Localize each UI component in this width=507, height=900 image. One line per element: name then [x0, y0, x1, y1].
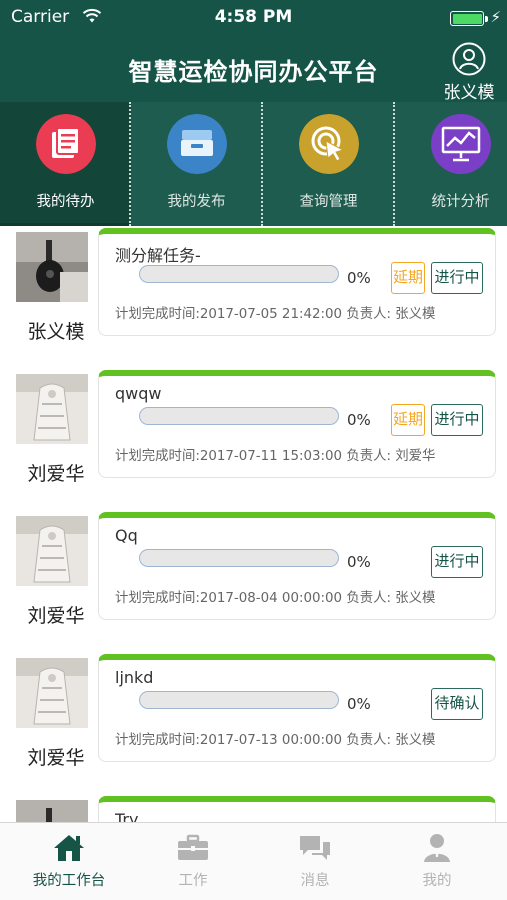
tab-messages[interactable]: 消息 — [252, 823, 378, 900]
chart-board-icon — [430, 114, 491, 174]
task-card[interactable]: Qq 0% 进行中 计划完成时间:2017-08-04 00:00:00 负责人… — [98, 512, 496, 620]
home-icon — [54, 835, 84, 861]
avatar — [16, 232, 88, 302]
task-card[interactable]: Try — [98, 796, 496, 822]
page-title: 智慧运检协同办公平台 — [128, 58, 379, 86]
task-card[interactable]: qwqw 0% 延期 进行中 计划完成时间:2017-07-11 15:03:0… — [98, 370, 496, 478]
category-nav: 我的待办 我的发布 查询管理 统计分析 — [0, 102, 507, 226]
task-row[interactable]: 刘爱华 qwqw 0% 延期 进行中 计划完成时间:2017-07-11 15:… — [0, 368, 507, 510]
battery-icon — [450, 11, 484, 26]
progress-bar — [139, 549, 339, 567]
target-cursor-icon — [298, 114, 359, 174]
task-card[interactable]: 测分解任务- 0% 延期 进行中 计划完成时间:2017-07-05 21:42… — [98, 228, 496, 336]
tab-label: 我的 — [422, 873, 452, 889]
category-query-manage[interactable]: 查询管理 — [263, 102, 394, 226]
app-root: Carrier 4:58 PM ⚡ 智慧运检协同办公平台 张义模 我的待办 我的… — [0, 0, 507, 900]
tab-work[interactable]: 工作 — [130, 823, 256, 900]
status-time: 4:58 PM — [214, 7, 293, 27]
task-title: ljnkd — [115, 668, 154, 687]
assignee-name: 刘爱华 — [27, 463, 85, 485]
task-title: qwqw — [115, 384, 162, 403]
status-bar: Carrier 4:58 PM ⚡ — [0, 0, 507, 36]
battery-cap — [485, 16, 488, 22]
category-label: 我的待办 — [36, 194, 95, 210]
category-label: 我的发布 — [167, 194, 226, 210]
avatar — [16, 374, 88, 444]
status-badge[interactable]: 进行中 — [431, 404, 483, 436]
progress-bar — [139, 407, 339, 425]
avatar — [16, 658, 88, 728]
task-card[interactable]: ljnkd 0% 待确认 计划完成时间:2017-07-13 00:00:00 … — [98, 654, 496, 762]
person-icon — [424, 834, 450, 862]
progress-percent: 0% — [347, 553, 371, 571]
delay-badge: 延期 — [391, 404, 425, 436]
task-title: Try — [115, 810, 139, 822]
delay-badge: 延期 — [391, 262, 425, 294]
task-meta: 计划完成时间:2017-07-11 15:03:00 负责人: 刘爱华 — [115, 449, 436, 464]
task-title: 测分解任务- — [115, 246, 201, 265]
category-statistics[interactable]: 统计分析 — [395, 102, 507, 226]
bottom-tab-bar: 我的工作台 工作 消息 我的 — [0, 822, 507, 900]
tab-workbench[interactable]: 我的工作台 — [6, 823, 132, 900]
progress-bar — [139, 691, 339, 709]
avatar — [16, 516, 88, 586]
user-name: 张义模 — [443, 83, 495, 103]
status-badge[interactable]: 待确认 — [431, 688, 483, 720]
task-row[interactable]: 张义模 测分解任务- 0% 延期 进行中 计划完成时间:2017-07-05 2… — [0, 226, 507, 368]
category-my-publish[interactable]: 我的发布 — [131, 102, 262, 226]
task-row[interactable]: 刘爱华 Qq 0% 进行中 计划完成时间:2017-08-04 00:00:00… — [0, 510, 507, 652]
todo-list-icon — [35, 114, 96, 174]
user-profile-button[interactable]: 张义模 — [439, 42, 499, 103]
task-title: Qq — [115, 526, 138, 545]
progress-bar — [139, 265, 339, 283]
assignee-name: 张义模 — [27, 321, 85, 343]
progress-percent: 0% — [347, 695, 371, 713]
tab-label: 消息 — [300, 873, 330, 889]
category-label: 查询管理 — [299, 194, 358, 210]
assignee-name: 刘爱华 — [27, 605, 85, 627]
task-list[interactable]: 张义模 测分解任务- 0% 延期 进行中 计划完成时间:2017-07-05 2… — [0, 226, 507, 822]
category-label: 统计分析 — [431, 194, 490, 210]
task-meta: 计划完成时间:2017-08-04 00:00:00 负责人: 张义模 — [115, 591, 436, 606]
progress-percent: 0% — [347, 411, 371, 429]
task-meta: 计划完成时间:2017-07-13 00:00:00 负责人: 张义模 — [115, 733, 436, 748]
task-meta: 计划完成时间:2017-07-05 21:42:00 负责人: 张义模 — [115, 307, 436, 322]
avatar — [16, 800, 88, 822]
task-row[interactable]: 刘爱华 ljnkd 0% 待确认 计划完成时间:2017-07-13 00:00… — [0, 652, 507, 794]
tab-label: 我的工作台 — [32, 873, 106, 889]
briefcase-icon — [178, 834, 208, 860]
user-circle-icon — [452, 42, 486, 76]
tab-label: 工作 — [178, 873, 208, 889]
progress-percent: 0% — [347, 269, 371, 287]
charging-icon: ⚡ — [490, 8, 501, 26]
status-badge[interactable]: 进行中 — [431, 546, 483, 578]
task-row[interactable]: Try — [0, 794, 507, 822]
tab-me[interactable]: 我的 — [374, 823, 500, 900]
category-my-todo[interactable]: 我的待办 — [0, 102, 131, 226]
assignee-name: 刘爱华 — [27, 747, 85, 769]
chat-bubbles-icon — [300, 836, 330, 860]
app-header: Carrier 4:58 PM ⚡ 智慧运检协同办公平台 张义模 — [0, 0, 507, 103]
status-badge[interactable]: 进行中 — [431, 262, 483, 294]
inbox-tray-icon — [166, 114, 227, 174]
